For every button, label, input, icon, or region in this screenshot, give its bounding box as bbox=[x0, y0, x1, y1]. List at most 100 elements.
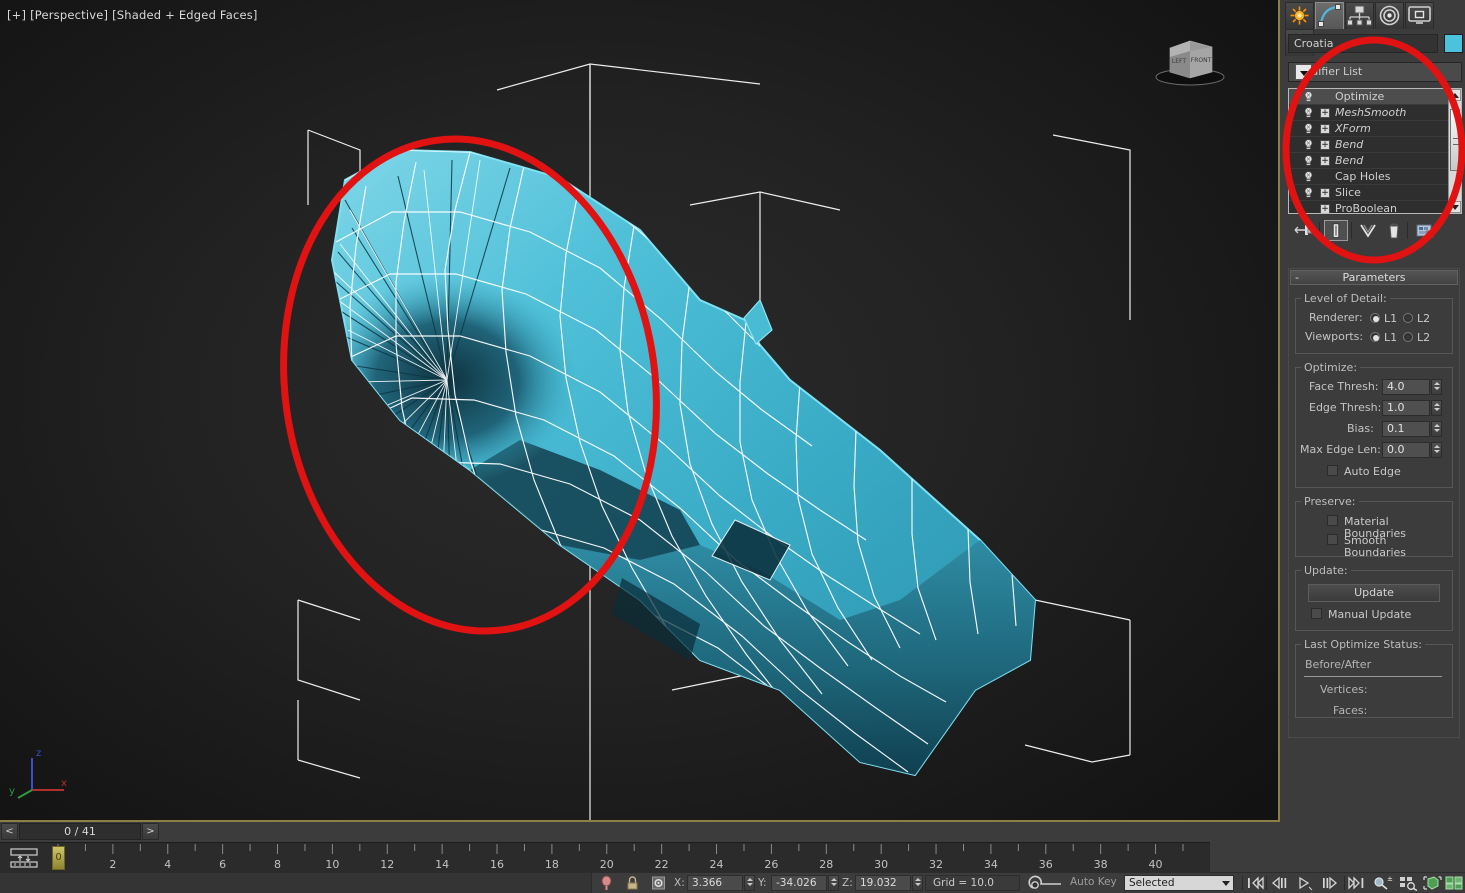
x-coord-spinner[interactable] bbox=[744, 875, 755, 891]
bias-spinner[interactable] bbox=[1431, 421, 1442, 437]
auto-key-button[interactable]: Auto Key bbox=[1070, 876, 1117, 888]
zoom-icon[interactable]: ± bbox=[1372, 875, 1393, 891]
bias-field[interactable]: 0.1 bbox=[1382, 421, 1430, 437]
y-coord-spinner[interactable] bbox=[828, 875, 839, 891]
viewport-label[interactable]: [+] [Perspective] [Shaded + Edged Faces] bbox=[7, 8, 258, 22]
remove-modifier-button[interactable] bbox=[1382, 220, 1406, 241]
pin-stack-button[interactable] bbox=[1292, 220, 1316, 241]
add-time-tag-icon[interactable] bbox=[1027, 874, 1067, 892]
z-coord-field[interactable]: 19.032 bbox=[855, 875, 911, 891]
pin-icon[interactable] bbox=[598, 875, 615, 891]
zoom-extents-icon[interactable] bbox=[1422, 875, 1443, 891]
zoom-extents-all-icon[interactable] bbox=[1444, 875, 1465, 891]
viewcube[interactable]: LEFT FRONT bbox=[1142, 32, 1238, 88]
svg-text:z: z bbox=[36, 748, 41, 759]
modifier-stack-item[interactable]: + Bend bbox=[1289, 153, 1461, 169]
play-animation-icon[interactable] bbox=[1296, 875, 1314, 891]
expand-modifier-icon[interactable]: + bbox=[1320, 156, 1330, 166]
manual-update-checkbox[interactable] bbox=[1311, 608, 1322, 619]
motion-tab[interactable] bbox=[1375, 2, 1404, 29]
collapse-icon[interactable]: - bbox=[1295, 271, 1299, 284]
edge-thresh-spinner[interactable] bbox=[1431, 400, 1442, 416]
face-thresh-spinner[interactable] bbox=[1431, 379, 1442, 395]
expand-modifier-icon[interactable]: + bbox=[1320, 108, 1330, 118]
max-edge-len-spinner[interactable] bbox=[1431, 442, 1442, 458]
display-tab[interactable] bbox=[1405, 2, 1434, 29]
scroll-up-button[interactable] bbox=[1449, 89, 1461, 101]
auto-edge-label: Auto Edge bbox=[1344, 465, 1401, 478]
previous-frame-icon[interactable] bbox=[1271, 875, 1289, 891]
scroll-down-button[interactable] bbox=[1449, 201, 1461, 213]
next-frame-button[interactable]: > bbox=[142, 823, 159, 840]
track-bar[interactable]: 0246810121416182022242628303234363840 0 bbox=[0, 842, 1210, 872]
modify-tab[interactable] bbox=[1315, 2, 1344, 29]
x-coord-field[interactable]: 3.366 bbox=[687, 875, 743, 891]
light-bulb-icon[interactable] bbox=[1303, 155, 1314, 167]
preserve-group: Preserve: Material Boundaries Smooth Bou… bbox=[1295, 495, 1453, 559]
modifier-stack-item[interactable]: Cap Holes bbox=[1289, 169, 1461, 185]
modifier-list-dropdown[interactable]: Modifier List bbox=[1288, 62, 1462, 82]
expand-modifier-icon[interactable]: + bbox=[1320, 140, 1330, 150]
configure-sets-button[interactable] bbox=[1413, 220, 1437, 241]
viewports-l1-radio[interactable] bbox=[1370, 332, 1380, 342]
track-view-icon[interactable] bbox=[8, 847, 40, 869]
absolute-mode-icon[interactable] bbox=[650, 875, 667, 891]
viewcube-front-label: FRONT bbox=[1191, 57, 1212, 64]
y-coord-field[interactable]: -34.026 bbox=[771, 875, 827, 891]
light-bulb-icon[interactable] bbox=[1303, 107, 1314, 119]
selection-filter-dropdown[interactable]: Selected bbox=[1124, 875, 1234, 891]
create-tab[interactable] bbox=[1285, 2, 1314, 29]
modifier-stack-item[interactable]: + ProBoolean bbox=[1289, 201, 1461, 213]
timeline-ruler[interactable]: 0246810121416182022242628303234363840 bbox=[48, 843, 1193, 873]
zoom-region-icon[interactable] bbox=[1398, 875, 1419, 891]
parameters-rollout: - Parameters Level of Detail: Renderer: … bbox=[1288, 268, 1460, 738]
scrollbar-thumb[interactable] bbox=[1450, 109, 1460, 171]
chevron-down-icon[interactable] bbox=[1295, 64, 1312, 80]
modifier-stack-item[interactable]: Optimize bbox=[1289, 89, 1461, 105]
update-button[interactable]: Update bbox=[1308, 584, 1440, 602]
expand-modifier-icon[interactable]: + bbox=[1320, 124, 1330, 134]
current-frame-field[interactable]: 0 / 41 bbox=[19, 823, 141, 840]
light-bulb-icon[interactable] bbox=[1303, 123, 1314, 135]
max-edge-len-field[interactable]: 0.0 bbox=[1382, 442, 1430, 458]
face-thresh-field[interactable]: 4.0 bbox=[1382, 379, 1430, 395]
light-bulb-icon[interactable] bbox=[1303, 139, 1314, 151]
object-color-swatch[interactable] bbox=[1444, 34, 1463, 53]
level-of-detail-legend: Level of Detail: bbox=[1304, 292, 1387, 305]
modifier-stack-item[interactable]: + XForm bbox=[1289, 121, 1461, 137]
object-name-field[interactable]: Croatia bbox=[1288, 34, 1438, 53]
edge-thresh-row: Edge Thresh: 1.0 bbox=[1299, 399, 1449, 420]
go-to-end-icon[interactable] bbox=[1348, 875, 1366, 891]
hierarchy-tab[interactable] bbox=[1345, 2, 1374, 29]
expand-modifier-icon[interactable]: + bbox=[1320, 188, 1330, 198]
selection-lock-icon[interactable] bbox=[624, 875, 641, 891]
material-boundaries-checkbox[interactable] bbox=[1327, 515, 1338, 526]
ruler-label: 6 bbox=[219, 858, 226, 871]
modifier-stack-item[interactable]: + Bend bbox=[1289, 137, 1461, 153]
make-unique-button[interactable] bbox=[1356, 220, 1380, 241]
viewports-l2-radio[interactable] bbox=[1403, 332, 1413, 342]
z-coord-spinner[interactable] bbox=[912, 875, 923, 891]
command-panel: Croatia Modifier List Optimize + MeshSmoot… bbox=[1283, 0, 1465, 872]
smooth-boundaries-checkbox[interactable] bbox=[1327, 534, 1338, 545]
modifier-stack-scrollbar[interactable] bbox=[1448, 89, 1461, 213]
modifier-stack-item[interactable]: + MeshSmooth bbox=[1289, 105, 1461, 121]
auto-edge-checkbox[interactable] bbox=[1327, 465, 1338, 476]
parameters-rollout-header[interactable]: - Parameters bbox=[1290, 270, 1458, 285]
renderer-l2-radio[interactable] bbox=[1403, 313, 1413, 323]
light-bulb-icon[interactable] bbox=[1303, 187, 1314, 199]
next-frame-icon[interactable] bbox=[1321, 875, 1339, 891]
go-to-start-icon[interactable] bbox=[1246, 875, 1264, 891]
light-bulb-icon[interactable] bbox=[1303, 171, 1314, 183]
expand-modifier-icon[interactable]: + bbox=[1320, 204, 1330, 213]
renderer-l1-radio[interactable] bbox=[1370, 313, 1380, 323]
edge-thresh-field[interactable]: 1.0 bbox=[1382, 400, 1430, 416]
previous-frame-button[interactable]: < bbox=[1, 823, 18, 840]
perspective-viewport[interactable]: [+] [Perspective] [Shaded + Edged Faces] bbox=[0, 0, 1280, 822]
modifier-stack[interactable]: Optimize + MeshSmooth + XForm + Bend + Bend Cap H… bbox=[1288, 88, 1462, 214]
modifier-stack-item[interactable]: + Slice bbox=[1289, 185, 1461, 201]
light-bulb-icon[interactable] bbox=[1303, 91, 1314, 103]
ruler-label: 40 bbox=[1149, 858, 1163, 871]
time-slider-handle[interactable]: 0 bbox=[52, 846, 65, 870]
show-end-result-button[interactable] bbox=[1324, 220, 1348, 241]
